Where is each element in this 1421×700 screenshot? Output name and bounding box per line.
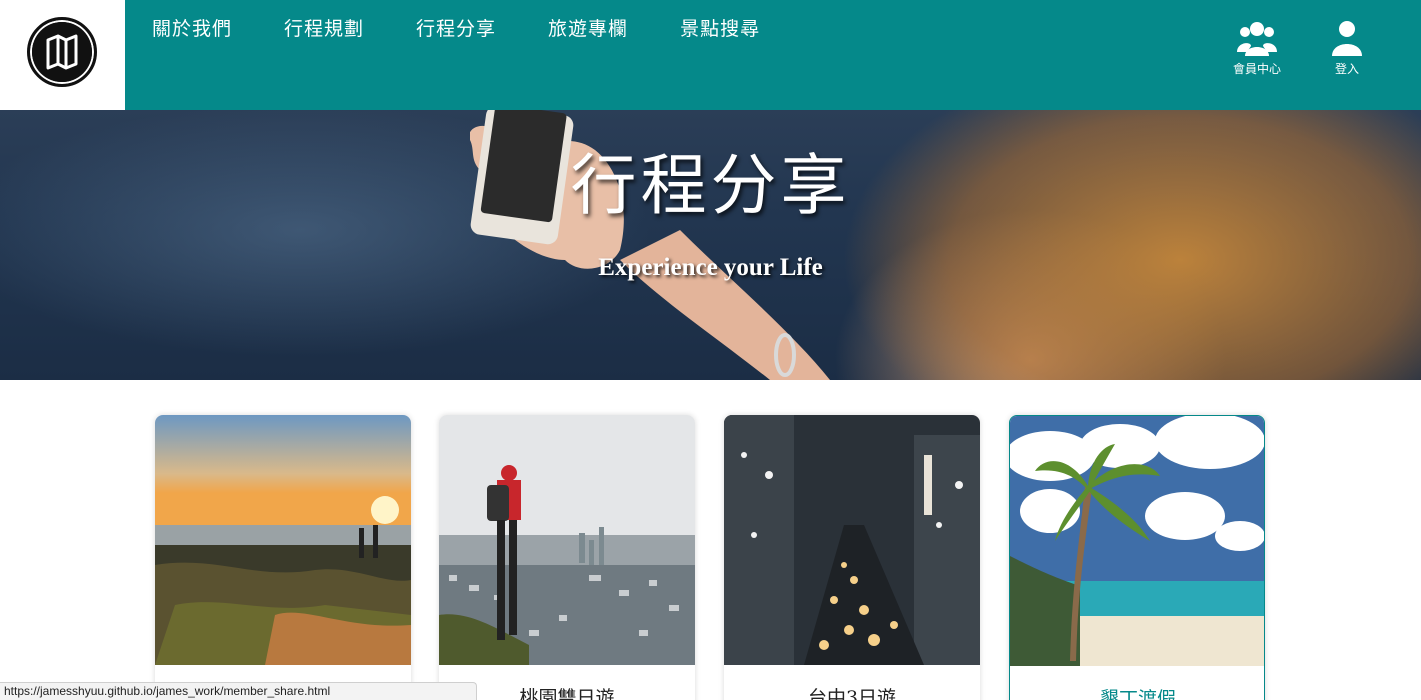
card-title: 台中3日遊	[807, 687, 897, 700]
nav-about[interactable]: 關於我們	[152, 16, 232, 42]
city-hiker-photo	[439, 415, 695, 665]
nav-trip-sharing[interactable]: 行程分享	[416, 16, 496, 42]
hero-subtitle: Experience your Life	[598, 254, 823, 281]
card-title: 墾丁渡假	[1099, 688, 1176, 700]
palm-beach-photo	[1010, 416, 1264, 666]
member-center-label: 會員中心	[1232, 62, 1281, 76]
card-title: 桃園雙日遊	[519, 687, 615, 700]
browser-status-url: https://jamesshyuu.github.io/james_work/…	[0, 682, 477, 700]
group-users-icon	[1237, 22, 1277, 56]
main-nav: 關於我們 行程規劃 行程分享 旅遊專欄 景點搜尋	[152, 16, 812, 42]
trip-card[interactable]: 台中3日遊	[724, 415, 980, 700]
logo-icon[interactable]	[27, 17, 97, 87]
login-label: 登入	[1334, 62, 1359, 76]
nav-travel-column[interactable]: 旅遊專欄	[548, 16, 628, 42]
user-icon	[1332, 21, 1362, 56]
trip-card[interactable]	[155, 415, 411, 700]
trip-card[interactable]: 桃園雙日遊	[439, 415, 695, 700]
logo-container[interactable]	[0, 0, 125, 110]
sunset-coast-photo	[155, 415, 411, 665]
member-center-button[interactable]: 會員中心	[1222, 20, 1292, 77]
login-button[interactable]: 登入	[1312, 20, 1382, 77]
trip-card[interactable]: 墾丁渡假	[1009, 415, 1265, 700]
nav-trip-planning[interactable]: 行程規劃	[284, 16, 364, 42]
nav-attraction-search[interactable]: 景點搜尋	[680, 16, 760, 42]
hero-banner: 行程分享 Experience your Life	[0, 110, 1421, 380]
top-navbar: 關於我們 行程規劃 行程分享 旅遊專欄 景點搜尋 會員中心 登入	[0, 0, 1421, 110]
night-traffic-photo	[724, 415, 980, 665]
hero-title: 行程分享	[570, 147, 851, 224]
